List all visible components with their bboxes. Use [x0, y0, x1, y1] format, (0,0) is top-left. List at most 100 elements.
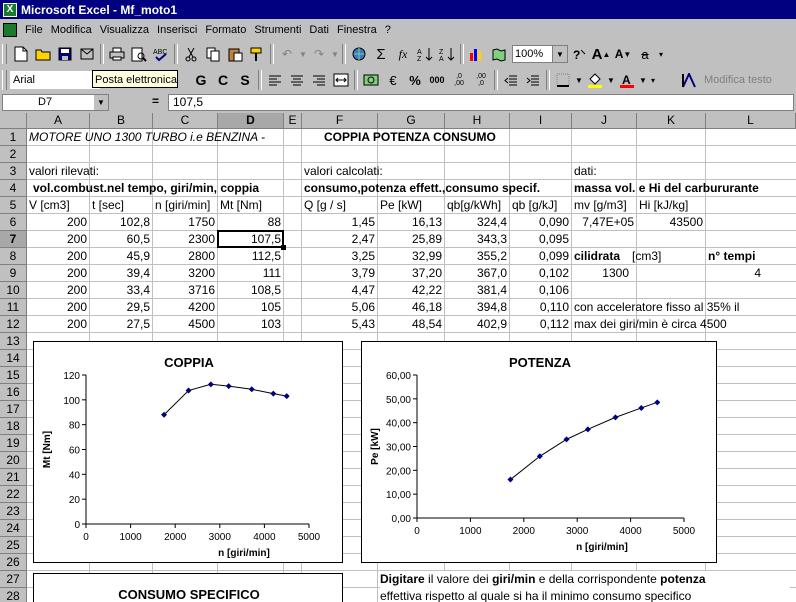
cell[interactable]: qb[g/kWh]	[447, 197, 510, 214]
cell[interactable]: 0,090	[512, 214, 572, 231]
thousands-separator-icon[interactable]: 000	[426, 69, 448, 91]
decrease-indent-icon[interactable]	[500, 69, 522, 91]
row-header-24[interactable]: 24	[0, 520, 27, 537]
cell[interactable]: 108,5	[220, 282, 284, 299]
cell[interactable]: 3200	[155, 265, 218, 282]
font-color-dropdown-icon[interactable]: ▼	[638, 69, 648, 91]
wordart-icon[interactable]	[678, 69, 700, 91]
chart-wizard-icon[interactable]	[466, 43, 488, 65]
cut-icon[interactable]	[180, 43, 202, 65]
cell[interactable]: 2300	[155, 231, 218, 248]
excel-app-icon[interactable]: X	[3, 2, 17, 17]
font-name-select[interactable]: Arial	[10, 71, 100, 89]
modifica-testo-button[interactable]: Modifica testo	[704, 74, 772, 86]
row-header-26[interactable]: 26	[0, 554, 27, 571]
cell[interactable]: max dei giri/min è circa 4500	[574, 316, 794, 333]
row-header-15[interactable]: 15	[0, 367, 27, 384]
cell[interactable]: n° tempi	[708, 248, 796, 265]
row-header-6[interactable]: 6	[0, 214, 27, 231]
formula-input[interactable]: 107,5	[168, 94, 794, 111]
column-header-d[interactable]: D	[218, 113, 284, 129]
cell[interactable]: massa vol. e Hi del carbururante	[574, 180, 759, 197]
column-header-a[interactable]: A	[27, 113, 90, 129]
row-header-14[interactable]: 14	[0, 350, 27, 367]
cell[interactable]: valori calcolati:	[304, 163, 383, 180]
cell[interactable]: 48,54	[380, 316, 445, 333]
format-painter-icon[interactable]	[246, 43, 268, 65]
cell[interactable]: 200	[29, 316, 90, 333]
cell[interactable]: [cm3]	[632, 248, 699, 265]
column-header-e[interactable]: E	[284, 113, 302, 129]
menu-formato[interactable]: Formato	[201, 24, 250, 36]
cell[interactable]: 112,5	[220, 248, 284, 265]
row-header-1[interactable]: 1	[0, 129, 27, 146]
cell[interactable]: 4	[708, 265, 764, 282]
cell[interactable]: 45,9	[92, 248, 153, 265]
cell[interactable]: COPPIA POTENZA CONSUMO	[324, 129, 496, 146]
cell[interactable]: 200	[29, 265, 90, 282]
cell[interactable]: 3,25	[304, 248, 378, 265]
row-header-19[interactable]: 19	[0, 435, 27, 452]
row-header-12[interactable]: 12	[0, 316, 27, 333]
column-header-g[interactable]: G	[378, 113, 445, 129]
chart-coppia[interactable]: COPPIA 0 20 40 60 80 100 120 0 1000 2000 3000 4000 50…	[33, 341, 343, 563]
cell[interactable]: 4500	[155, 316, 218, 333]
cell[interactable]: 60,5	[92, 231, 153, 248]
cell[interactable]: n [giri/min]	[155, 197, 218, 214]
workbook-icon[interactable]	[3, 23, 17, 37]
cell[interactable]: 42,22	[380, 282, 445, 299]
strikethrough-icon[interactable]: a	[634, 43, 656, 65]
column-header-k[interactable]: K	[637, 113, 706, 129]
row-header-2[interactable]: 2	[0, 146, 27, 163]
align-left-icon[interactable]	[264, 69, 286, 91]
toolbar-grip[interactable]	[2, 44, 7, 64]
cell[interactable]: 355,2	[447, 248, 510, 265]
cell[interactable]: Pe [kW]	[380, 197, 445, 214]
cell[interactable]: V [cm3]	[29, 197, 90, 214]
menu-help[interactable]: ?	[381, 24, 395, 36]
increase-decimals-icon[interactable]: ,0 ,00	[448, 69, 470, 91]
row-header-8[interactable]: 8	[0, 248, 27, 265]
row-header-25[interactable]: 25	[0, 537, 27, 554]
cell[interactable]: 200	[29, 282, 90, 299]
row-header-7[interactable]: 7	[0, 231, 27, 248]
menu-dati[interactable]: Dati	[305, 24, 333, 36]
name-box-dropdown-icon[interactable]: ▼	[94, 95, 108, 110]
toolbar-options-icon[interactable]: ▾	[656, 43, 666, 65]
row-header-10[interactable]: 10	[0, 282, 27, 299]
copy-icon[interactable]	[202, 43, 224, 65]
redo-dropdown-icon[interactable]: ▼	[330, 43, 340, 65]
cell[interactable]: 343,3	[447, 231, 510, 248]
autosum-icon[interactable]: Σ	[370, 43, 392, 65]
hyperlink-icon[interactable]	[348, 43, 370, 65]
cell[interactable]: 88	[220, 214, 284, 231]
row-header-11[interactable]: 11	[0, 299, 27, 316]
fill-color-icon[interactable]	[584, 69, 606, 91]
chart-potenza[interactable]: POTENZA 0,00 10,00 20,00 30,00 40,00 50,00 60,0…	[361, 341, 717, 563]
cell[interactable]: 3716	[155, 282, 218, 299]
cell[interactable]: 0,106	[512, 282, 572, 299]
map-icon[interactable]	[488, 43, 510, 65]
cell[interactable]: 0,099	[512, 248, 572, 265]
column-header-i[interactable]: I	[510, 113, 572, 129]
italic-button[interactable]: C	[212, 69, 234, 91]
email-icon[interactable]	[76, 43, 98, 65]
function-icon[interactable]: fx	[392, 43, 414, 65]
row-header-5[interactable]: 5	[0, 197, 27, 214]
cell[interactable]: 2,47	[304, 231, 378, 248]
cell[interactable]: 0,110	[512, 299, 572, 316]
sort-descending-icon[interactable]: ZA	[436, 43, 458, 65]
formula-equals-icon[interactable]: =	[152, 94, 166, 108]
cell[interactable]: 33,4	[92, 282, 153, 299]
cell[interactable]: 1,45	[304, 214, 378, 231]
merge-center-icon[interactable]	[330, 69, 352, 91]
select-all-corner[interactable]	[0, 113, 27, 129]
cell[interactable]: cilidrata	[574, 248, 637, 265]
align-right-icon[interactable]	[308, 69, 330, 91]
redo-icon[interactable]: ↷	[308, 43, 330, 65]
cell[interactable]: MOTORE UNO 1300 TURBO i.e BENZINA -	[29, 129, 265, 146]
worksheet-grid[interactable]: A B C D E F G H I J K L 1 2 3 4 5 6 7 8 9 10 11 12 13 14 15 16 17 18 1…	[0, 113, 796, 602]
cell[interactable]: valori rilevati:	[29, 163, 99, 180]
row-header-3[interactable]: 3	[0, 163, 27, 180]
menu-file[interactable]: File	[21, 24, 47, 36]
